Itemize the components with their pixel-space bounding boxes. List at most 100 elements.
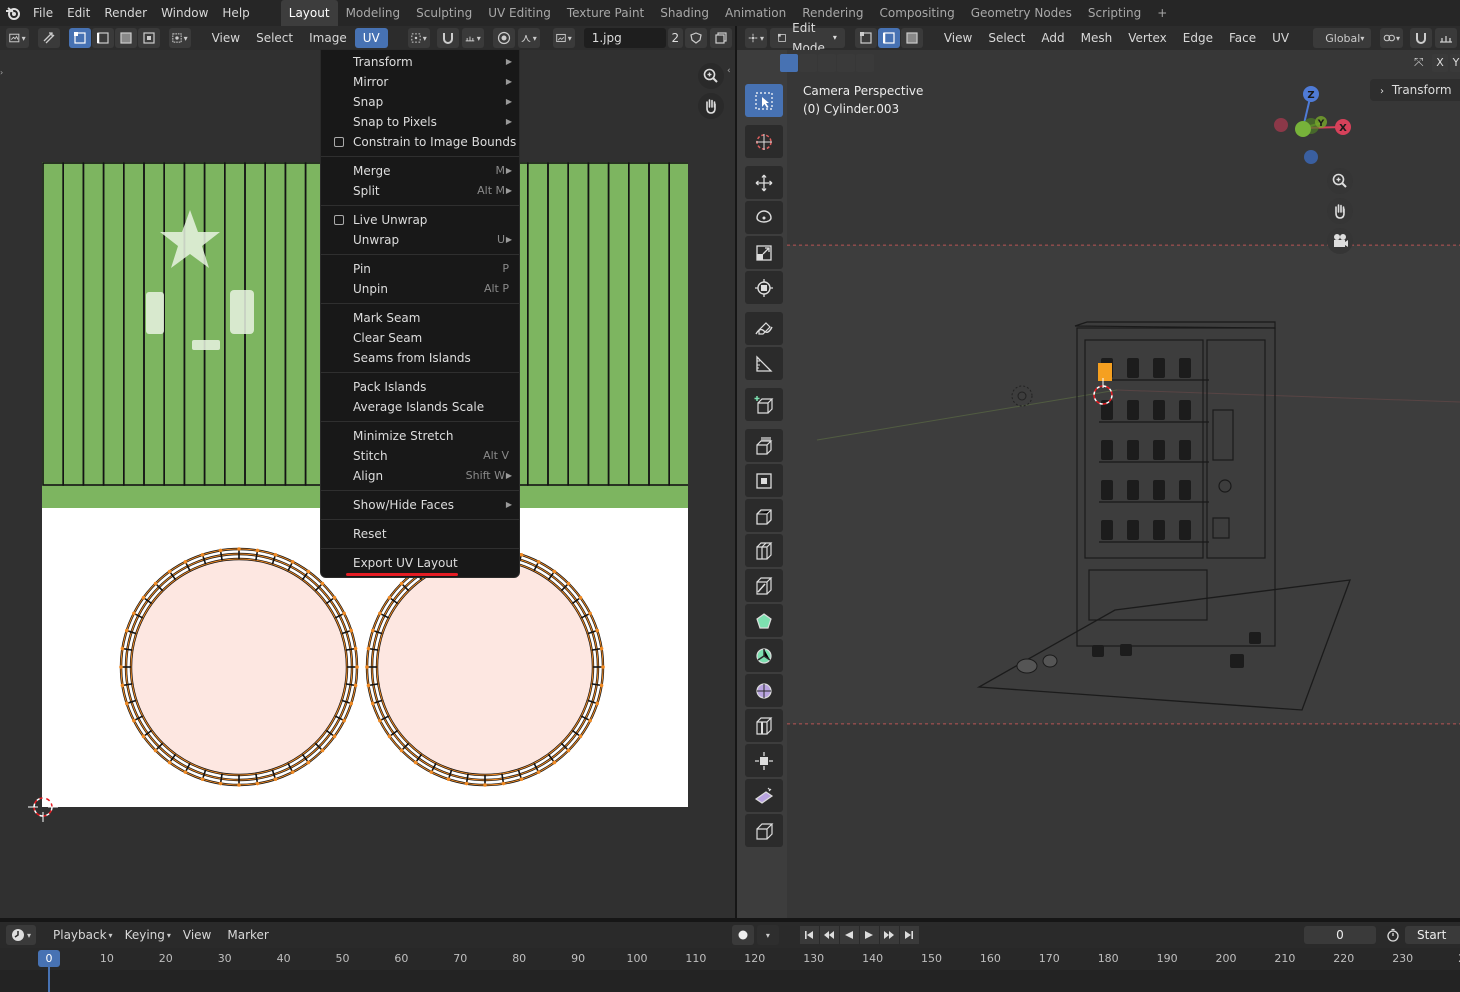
menu-item-mirror[interactable]: Mirror ▶	[321, 72, 519, 92]
2d-cursor-icon[interactable]	[28, 792, 58, 822]
select-extend-button[interactable]	[799, 54, 817, 72]
vp-snap-button[interactable]	[1409, 28, 1432, 48]
menu-window[interactable]: Window	[154, 0, 215, 26]
tab-compositing[interactable]: Compositing	[871, 0, 962, 26]
menu-select[interactable]: Select	[248, 28, 301, 48]
menu-edit[interactable]: Edit	[60, 0, 97, 26]
checkbox-icon[interactable]	[334, 215, 344, 225]
tool-edge-slide[interactable]	[745, 709, 783, 742]
prev-keyframe-button[interactable]	[819, 926, 839, 944]
vp-menu-view[interactable]: View	[936, 28, 980, 48]
menu-item-split[interactable]: Split Alt M ▶	[321, 181, 519, 201]
add-workspace-button[interactable]: +	[1149, 0, 1175, 26]
select-invert-button[interactable]	[837, 54, 855, 72]
sticky-selection-button[interactable]: ▾	[168, 28, 191, 48]
menu-item-seams-from-islands[interactable]: Seams from Islands	[321, 348, 519, 368]
menu-item-snap[interactable]: Snap ▶	[321, 92, 519, 112]
zoom-view-icon[interactable]	[697, 62, 725, 90]
menu-uv[interactable]: UV	[354, 28, 388, 48]
image-name-field[interactable]: 1.jpg	[583, 28, 666, 48]
edge-select-mode-button[interactable]	[91, 28, 114, 48]
camera-view-icon[interactable]	[1326, 227, 1354, 255]
tool-scale[interactable]	[745, 236, 783, 269]
tool-shear[interactable]	[745, 779, 783, 812]
jump-start-button[interactable]	[799, 926, 819, 944]
tab-animation[interactable]: Animation	[717, 0, 794, 26]
tab-shading[interactable]: Shading	[652, 0, 717, 26]
blender-logo-icon[interactable]	[0, 0, 26, 26]
transform-panel-tab[interactable]: › Transform	[1370, 79, 1460, 101]
menu-item-clear-seam[interactable]: Clear Seam	[321, 328, 519, 348]
tool-inset[interactable]	[745, 464, 783, 497]
menu-item-pack-islands[interactable]: Pack Islands	[321, 377, 519, 397]
face-select-mode-button[interactable]	[114, 28, 137, 48]
toolbar-toggle-chevron-icon[interactable]: ›	[0, 68, 3, 77]
tool-smooth[interactable]	[745, 674, 783, 707]
vertex-select-mode-button[interactable]	[68, 28, 91, 48]
vp-menu-vertex[interactable]: Vertex	[1120, 28, 1175, 48]
image-users-count[interactable]: 2	[667, 28, 683, 48]
menu-item-minimize-stretch[interactable]: Minimize Stretch	[321, 426, 519, 446]
light-object-icon[interactable]	[1011, 385, 1033, 407]
menu-item-constrain-to-image-bounds[interactable]: Constrain to Image Bounds	[321, 132, 519, 152]
select-intersect-button[interactable]	[856, 54, 874, 72]
tool-extrude[interactable]	[745, 429, 783, 462]
tool-bevel[interactable]	[745, 499, 783, 532]
3d-viewport[interactable]: Camera Perspective (0) Cylinder.003 Z Y …	[737, 50, 1460, 918]
tool-select-box[interactable]	[745, 84, 783, 117]
tool-rotate[interactable]	[745, 201, 783, 234]
mirror-x-icon[interactable]: X	[1432, 54, 1448, 72]
sidebar-toggle-chevron-icon[interactable]: ‹	[727, 66, 731, 76]
menu-image[interactable]: Image	[301, 28, 355, 48]
tool-rip-region[interactable]	[745, 814, 783, 847]
menu-item-unpin[interactable]: Unpin Alt P	[321, 279, 519, 299]
mirror-y-icon[interactable]: Y	[1450, 54, 1460, 72]
navigation-gizmo[interactable]: Z Y X	[1269, 82, 1353, 166]
menu-render[interactable]: Render	[97, 0, 154, 26]
select-new-button[interactable]	[780, 54, 798, 72]
image-browse-button[interactable]: ▾	[552, 28, 575, 48]
vp-menu-uv[interactable]: UV	[1264, 28, 1297, 48]
menu-item-stitch[interactable]: Stitch Alt V	[321, 446, 519, 466]
menu-marker[interactable]: Marker	[219, 922, 276, 948]
zoom-view-icon[interactable]	[1326, 167, 1354, 195]
vp-menu-edge[interactable]: Edge	[1175, 28, 1221, 48]
tab-uv-editing[interactable]: UV Editing	[480, 0, 559, 26]
tool-loop-cut[interactable]	[745, 534, 783, 567]
vertex-mode-button[interactable]	[854, 28, 877, 48]
jump-end-button[interactable]	[899, 926, 919, 944]
selected-uv-face[interactable]	[1098, 363, 1112, 381]
tab-layout[interactable]: Layout	[280, 0, 338, 26]
falloff-button[interactable]: ▾	[517, 28, 540, 48]
menu-item-live-unwrap[interactable]: Live Unwrap	[321, 210, 519, 230]
tab-modeling[interactable]: Modeling	[338, 0, 409, 26]
vp-menu-select[interactable]: Select	[980, 28, 1033, 48]
tool-cursor[interactable]	[745, 125, 783, 158]
transform-orientation-selector[interactable]: Global ▾	[1313, 28, 1372, 48]
snap-target-button[interactable]: ▾	[461, 28, 484, 48]
vp-menu-face[interactable]: Face	[1221, 28, 1264, 48]
menu-item-average-islands-scale[interactable]: Average Islands Scale	[321, 397, 519, 417]
menu-view[interactable]: View	[204, 28, 248, 48]
proportional-edit-button[interactable]	[492, 28, 515, 48]
pivot-point-button[interactable]: ▾	[407, 28, 430, 48]
editor-type-button[interactable]: ▾	[6, 28, 29, 48]
menu-help[interactable]: Help	[215, 0, 256, 26]
xray-toggle-icon[interactable]: ⤧	[1414, 55, 1424, 70]
mode-selector[interactable]: Edit Mode ▾	[770, 21, 845, 55]
menu-keying[interactable]: Keying	[117, 922, 173, 948]
tab-scripting[interactable]: Scripting	[1080, 0, 1149, 26]
vp-pivot-button[interactable]: ▾	[1380, 28, 1403, 48]
tab-sculpting[interactable]: Sculpting	[408, 0, 480, 26]
menu-item-merge[interactable]: Merge M ▶	[321, 161, 519, 181]
edge-mode-button[interactable]	[877, 28, 900, 48]
face-mode-button[interactable]	[900, 28, 923, 48]
tool-annotate[interactable]	[745, 312, 783, 345]
keying-set-dropdown[interactable]: ▾	[756, 925, 779, 945]
tool-add-cube[interactable]	[745, 388, 783, 421]
start-frame-field[interactable]: Start	[1405, 926, 1460, 944]
menu-file[interactable]: File	[26, 0, 60, 26]
menu-item-show-hide-faces[interactable]: Show/Hide Faces ▶	[321, 495, 519, 515]
menu-item-mark-seam[interactable]: Mark Seam	[321, 308, 519, 328]
new-image-button[interactable]	[709, 28, 732, 48]
